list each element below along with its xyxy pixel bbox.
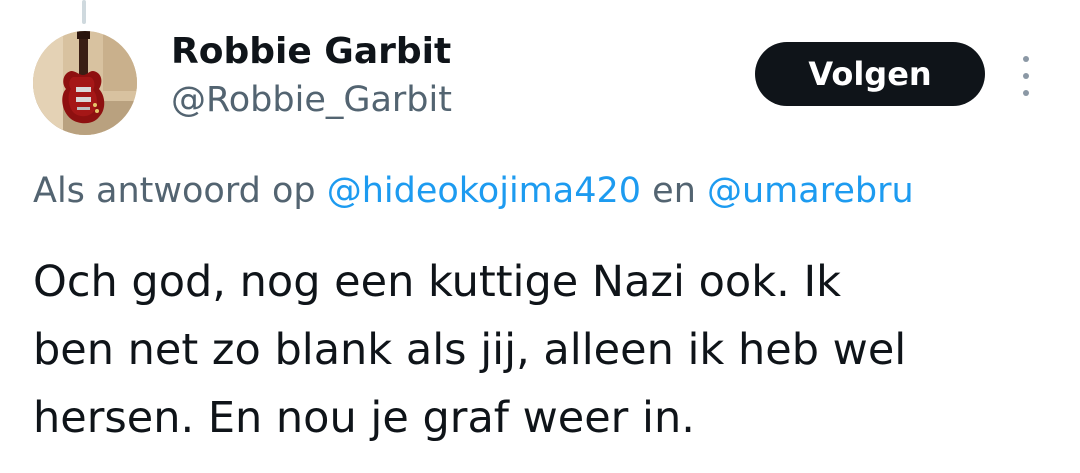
mention-link-umarebru[interactable]: @umarebru (707, 171, 914, 211)
tweet-text-line: hersen. En nou je graf weer in. (33, 393, 695, 443)
more-dot (1023, 56, 1029, 62)
author-display-name[interactable]: Robbie Garbit (171, 28, 452, 76)
avatar[interactable] (33, 31, 137, 135)
tweet-text: Och god, nog een kuttige Nazi ook. Ik be… (33, 248, 1063, 452)
more-dot (1023, 73, 1029, 79)
reply-context: Als antwoord op @hideokojima420 en @umar… (33, 166, 1080, 216)
guitar-photo-icon (33, 31, 137, 135)
author-handle[interactable]: @Robbie_Garbit (171, 76, 452, 124)
follow-button[interactable]: Volgen (755, 42, 985, 106)
reply-context-joiner: en (641, 171, 707, 211)
more-vertical-icon[interactable] (1012, 56, 1040, 96)
tweet-text-line: Och god, nog een kuttige Nazi ook. Ik (33, 257, 842, 307)
reply-context-prefix: Als antwoord op (33, 171, 327, 211)
more-dot (1023, 90, 1029, 96)
tweet-text-line: ben net zo blank als jij, alleen ik heb … (33, 325, 907, 375)
thread-connector-line (82, 0, 86, 24)
mention-link-hideokojima420[interactable]: @hideokojima420 (327, 171, 641, 211)
author-info: Robbie Garbit @Robbie_Garbit (171, 28, 452, 124)
